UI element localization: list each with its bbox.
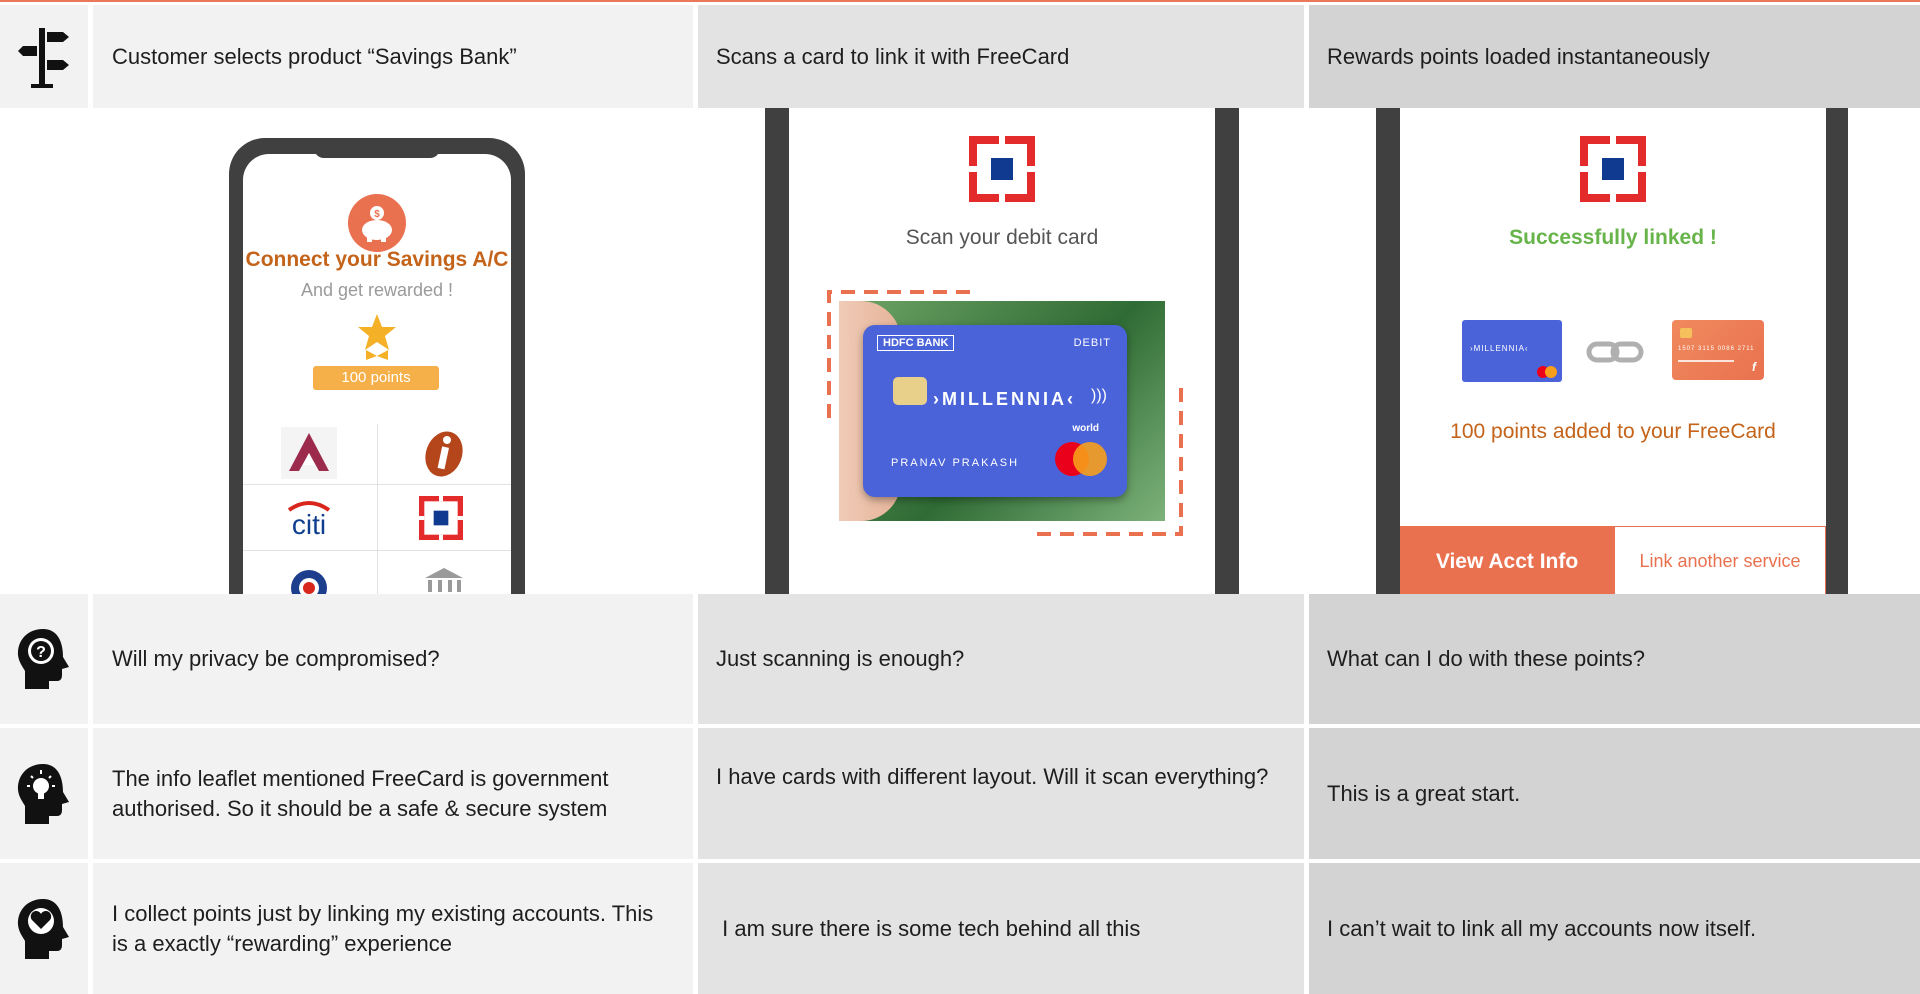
hdfc-bank-logo[interactable] (419, 496, 463, 540)
phone-screen-1: $ Connect your Savings A/C And get rewar… (243, 154, 511, 594)
head-question-icon: ? (17, 629, 69, 689)
phone-notch (314, 146, 440, 158)
scanned-photo: HDFC BANK DEBIT ›MILLENNIA‹ ))) world PR… (839, 301, 1165, 521)
star-reward-icon (358, 314, 396, 360)
feeling-cell-1: I collect points just by linking my exis… (93, 863, 693, 994)
step-cell-3: Rewards points loaded instantaneously (1309, 5, 1920, 108)
mastercard-icon (1537, 366, 1557, 378)
head-lightbulb-icon (17, 763, 69, 824)
head-heart-icon (17, 898, 69, 959)
card-chip (1680, 328, 1692, 338)
phone-mockup-2: Scan your debit card HDFC BANK DEBIT ›MI… (765, 108, 1239, 598)
row-icon-thought (0, 728, 88, 859)
question-cell-3: What can I do with these points? (1309, 594, 1920, 724)
feeling-text-2: I am sure there is some tech behind all … (716, 915, 1141, 941)
view-acct-info-button[interactable]: View Acct Info (1400, 526, 1614, 598)
thought-text-2: I have cards with different layout. Will… (716, 764, 1269, 789)
row-icon-feeling (0, 863, 88, 994)
card-network-tag: world (1072, 423, 1099, 434)
step-text-1: Customer selects product “Savings Bank” (112, 43, 517, 69)
generic-bank-icon[interactable] (419, 564, 469, 594)
connect-subtitle: And get rewarded ! (300, 280, 454, 300)
contactless-icon: ))) (1091, 387, 1107, 404)
thought-cell-2: I have cards with different layout. Will… (698, 728, 1304, 859)
thought-text-1: The info leaflet mentioned FreeCard is g… (112, 765, 609, 821)
step-text-2: Scans a card to link it with FreeCard (716, 43, 1070, 69)
freecard-logo-icon: f (1752, 360, 1756, 374)
phone-screen-2: Scan your debit card HDFC BANK DEBIT ›MI… (789, 108, 1215, 598)
signpost-icon (18, 27, 69, 88)
card-type: DEBIT (1073, 337, 1111, 349)
row-icon-step (0, 5, 88, 108)
card-chip (893, 377, 927, 405)
connect-title: Connect your Savings A/C (245, 248, 509, 271)
axis-bank-logo[interactable] (281, 427, 337, 479)
mastercard-icon (1055, 442, 1107, 476)
svg-text:citi: citi (292, 509, 326, 540)
success-message: Successfully linked ! (1509, 226, 1717, 249)
link-chain-icon (1586, 341, 1644, 363)
icici-bank-logo[interactable] (419, 427, 469, 479)
top-accent-line (0, 0, 1920, 2)
linked-debit-card: ›MILLENNIA‹ (1462, 320, 1562, 382)
question-text-3: What can I do with these points? (1327, 646, 1645, 671)
card-stripe (1678, 360, 1734, 362)
question-cell-1: Will my privacy be compromised? (93, 594, 693, 724)
question-text-1: Will my privacy be compromised? (112, 646, 440, 671)
points-added-message: 100 points added to your FreeCard (1450, 420, 1776, 443)
thought-text-3: This is a great start. (1327, 780, 1521, 806)
citi-bank-logo[interactable]: citi (281, 494, 337, 542)
question-cell-2: Just scanning is enough? (698, 594, 1304, 724)
canara-bank-logo[interactable] (281, 562, 337, 594)
mini-card-number: 1507 3115 0086 2711 (1678, 346, 1755, 352)
svg-text:?: ? (36, 644, 46, 661)
feeling-text-3: I can’t wait to link all my accounts now… (1327, 915, 1757, 941)
step-cell-2: Scans a card to link it with FreeCard (698, 5, 1304, 108)
scan-instruction: Scan your debit card (905, 226, 1099, 249)
row-icon-question: ? (0, 594, 88, 724)
feeling-cell-3: I can’t wait to link all my accounts now… (1309, 863, 1920, 994)
logo-grid-divider (243, 484, 511, 485)
phone-mockup-3: Successfully linked ! ›MILLENNIA‹ 1507 3… (1376, 108, 1848, 598)
piggy-bank-icon: $ (348, 194, 406, 252)
step-text-3: Rewards points loaded instantaneously (1327, 43, 1710, 69)
thought-cell-3: This is a great start. (1309, 728, 1920, 859)
thought-cell-1: The info leaflet mentioned FreeCard is g… (93, 728, 693, 859)
logo-grid-divider (377, 424, 378, 594)
debit-card: HDFC BANK DEBIT ›MILLENNIA‹ ))) world PR… (863, 325, 1127, 497)
card-product-name: ›MILLENNIA‹ (933, 389, 1076, 409)
feeling-cell-2: I am sure there is some tech behind all … (698, 863, 1304, 994)
phone-screen-3: Successfully linked ! ›MILLENNIA‹ 1507 3… (1400, 108, 1826, 598)
card-holder-name: PRANAV PRAKASH (891, 457, 1020, 469)
mini-card-name: ›MILLENNIA‹ (1470, 344, 1529, 353)
feeling-text-1: I collect points just by linking my exis… (112, 900, 654, 956)
phone-mockup-1: $ Connect your Savings A/C And get rewar… (229, 138, 525, 598)
step-cell-1: Customer selects product “Savings Bank” (93, 5, 693, 108)
question-text-2: Just scanning is enough? (716, 646, 965, 671)
link-another-service-button[interactable]: Link another service (1614, 526, 1826, 596)
card-bank-name: HDFC BANK (877, 335, 955, 351)
freecard-card: 1507 3115 0086 2711 f (1672, 320, 1764, 380)
hdfc-logo-icon (1580, 136, 1646, 202)
svg-text:$: $ (374, 209, 380, 220)
points-badge: 100 points (313, 366, 439, 390)
hdfc-logo-icon (969, 136, 1035, 202)
logo-grid-divider (243, 550, 511, 551)
